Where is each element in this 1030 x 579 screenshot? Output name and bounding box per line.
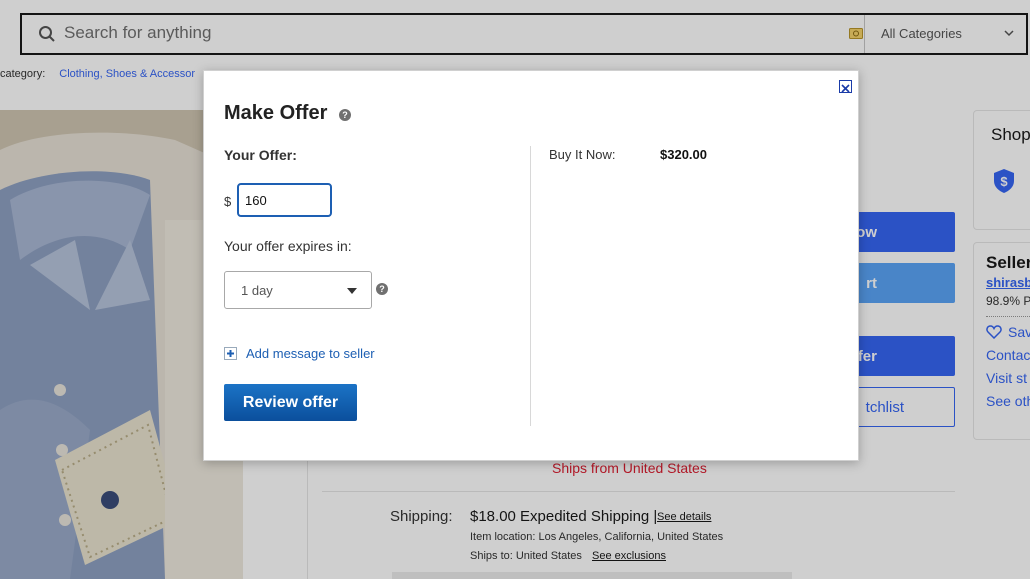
make-offer-dialog: Make Offer ? Your Offer: $ Your offer ex… xyxy=(203,70,859,461)
review-offer-button[interactable]: Review offer xyxy=(224,384,357,421)
expires-select-value: 1 day xyxy=(241,282,273,298)
dialog-title: Make Offer xyxy=(224,102,328,124)
add-message-link[interactable]: Add message to seller xyxy=(224,346,375,361)
dialog-divider xyxy=(530,146,531,426)
add-message-label: Add message to seller xyxy=(246,346,375,361)
expires-label: Your offer expires in: xyxy=(224,238,352,254)
buy-it-now-label: Buy It Now: xyxy=(549,147,616,162)
caret-down-icon xyxy=(347,288,357,294)
expires-select[interactable]: 1 day xyxy=(224,271,372,309)
your-offer-label: Your Offer: xyxy=(224,147,297,163)
help-icon[interactable]: ? xyxy=(376,283,388,295)
buy-it-now-price: $320.00 xyxy=(660,147,707,162)
offer-amount-input[interactable] xyxy=(237,183,332,217)
plus-icon xyxy=(224,347,237,360)
currency-symbol: $ xyxy=(224,194,232,209)
close-icon[interactable] xyxy=(839,80,852,93)
help-icon[interactable]: ? xyxy=(339,109,351,121)
